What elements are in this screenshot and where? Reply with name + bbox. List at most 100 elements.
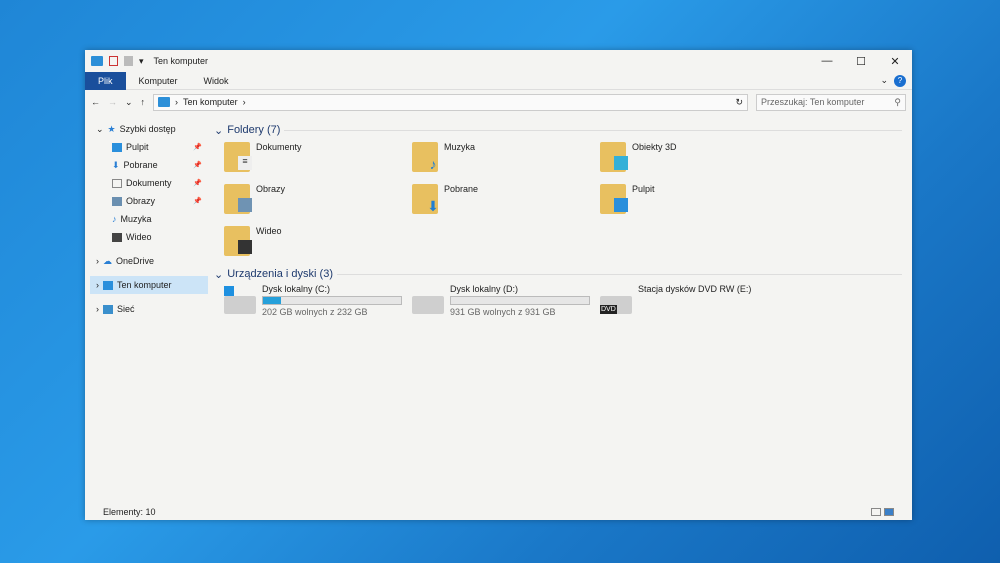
star-icon: ★: [107, 123, 116, 134]
minimize-button[interactable]: —: [810, 55, 844, 68]
devices-group-header[interactable]: ⌄ Urządzenia i dyski (3): [210, 266, 912, 282]
folders-grid: ≡ Dokumenty ♪ Muzyka Obiekty 3D Obrazy ⬇ Po…: [210, 138, 912, 264]
folder-obrazy[interactable]: Obrazy: [224, 180, 412, 222]
videos-folder-icon: [224, 226, 252, 256]
folder-label: Wideo: [256, 226, 282, 236]
expand-ribbon-icon[interactable]: ⌄: [880, 75, 888, 86]
address-row: ← → ⌄ ↑ › Ten komputer › ↻ Przeszukaj: T…: [85, 90, 912, 114]
pin-icon: 📌: [193, 198, 202, 205]
properties-quick-icon[interactable]: [109, 56, 118, 66]
nav-label: OneDrive: [116, 256, 155, 266]
drive-name: Dysk lokalny (D:): [450, 284, 519, 294]
recent-locations-button[interactable]: ⌄: [125, 97, 133, 108]
back-button[interactable]: ←: [91, 97, 100, 107]
ribbon-tabs: Plik Komputer Widok ⌄ ?: [85, 71, 912, 90]
maximize-button[interactable]: ☐: [844, 55, 878, 68]
group-title: Urządzenia i dyski (3): [227, 268, 333, 280]
content-pane: ⌄ Foldery (7) ≡ Dokumenty ♪ Muzyka Obiekty …: [210, 122, 912, 502]
breadcrumb-separator[interactable]: ›: [243, 97, 246, 107]
nav-label: Pobrane: [123, 160, 158, 170]
new-folder-quick-icon[interactable]: [124, 56, 133, 66]
nav-item-pobrane[interactable]: ⬇ Pobrane 📌: [90, 156, 208, 174]
address-bar[interactable]: › Ten komputer › ↻: [153, 93, 748, 111]
breadcrumb-ten-komputer[interactable]: Ten komputer: [183, 97, 238, 107]
download-icon: ⬇: [112, 159, 120, 170]
folder-label: Pobrane: [444, 184, 479, 194]
nav-quick-access[interactable]: ⌄ ★ Szybki dostęp: [90, 120, 208, 138]
search-input[interactable]: Przeszukaj: Ten komputer ⚲: [756, 93, 906, 111]
folder-pobrane[interactable]: ⬇ Pobrane: [412, 180, 600, 222]
nav-item-muzyka[interactable]: ♪ Muzyka: [90, 210, 208, 228]
help-icon[interactable]: ?: [894, 74, 906, 87]
nav-label: Muzyka: [120, 214, 152, 224]
search-icon: ⚲: [894, 96, 901, 107]
folder-wideo[interactable]: Wideo: [224, 222, 412, 264]
pin-icon: 📌: [193, 162, 202, 169]
nav-label: Szybki dostęp: [119, 124, 176, 134]
breadcrumb-separator: ›: [175, 97, 179, 107]
3d-objects-folder-icon: [600, 142, 628, 172]
tab-widok[interactable]: Widok: [191, 72, 242, 90]
tab-plik[interactable]: Plik: [85, 71, 126, 90]
details-view-button[interactable]: [871, 508, 881, 516]
drive-usage-bar: [450, 296, 590, 305]
chevron-down-icon[interactable]: ⌄: [96, 124, 104, 135]
music-icon: ♪: [112, 214, 117, 224]
nav-ten-komputer[interactable]: › Ten komputer: [90, 276, 208, 294]
dvd-badge: DVD: [600, 305, 617, 314]
documents-folder-icon: ≡: [224, 142, 252, 172]
tab-komputer[interactable]: Komputer: [126, 72, 191, 90]
drive-usage-bar: [262, 296, 402, 305]
folder-muzyka[interactable]: ♪ Muzyka: [412, 138, 600, 180]
drive-e-dvd[interactable]: DVD Stacja dysków DVD RW (E:): [600, 282, 788, 324]
music-folder-icon: ♪: [412, 142, 438, 172]
nav-siec[interactable]: › Sieć: [90, 300, 208, 318]
computer-icon: [91, 56, 103, 66]
forward-button[interactable]: →: [108, 97, 117, 107]
windows-drive-icon: [224, 286, 256, 314]
cloud-icon: ☁: [103, 255, 112, 266]
title-bar: ▾ Ten komputer — ☐ ✕: [85, 50, 912, 72]
chevron-down-icon: ⌄: [214, 268, 224, 281]
video-icon: [112, 232, 122, 242]
pictures-icon: [112, 196, 122, 206]
nav-label: Ten komputer: [117, 280, 172, 290]
nav-label: Dokumenty: [126, 178, 172, 188]
group-title: Foldery (7): [227, 124, 281, 136]
chevron-right-icon[interactable]: ›: [96, 256, 99, 266]
drive-name: Dysk lokalny (C:): [262, 284, 331, 294]
folder-label: Muzyka: [444, 142, 476, 152]
nav-item-obrazy[interactable]: Obrazy 📌: [90, 192, 208, 210]
computer-icon: [158, 97, 171, 107]
drive-free-space: 931 GB wolnych z 931 GB: [450, 307, 556, 317]
window-title: Ten komputer: [153, 56, 209, 66]
large-icons-view-button[interactable]: [884, 508, 894, 516]
search-placeholder: Przeszukaj: Ten komputer: [761, 97, 865, 107]
nav-label: Pulpit: [126, 142, 149, 152]
quick-access-dropdown-icon[interactable]: ▾: [139, 56, 144, 67]
refresh-button[interactable]: ↻: [735, 97, 743, 108]
chevron-right-icon[interactable]: ›: [96, 280, 99, 290]
drive-d[interactable]: Dysk lokalny (D:) 931 GB wolnych z 931 GB: [412, 282, 600, 324]
nav-item-pulpit[interactable]: Pulpit 📌: [90, 138, 208, 156]
up-button[interactable]: ↑: [141, 97, 146, 107]
folder-obiekty-3d[interactable]: Obiekty 3D: [600, 138, 788, 180]
nav-label: Obrazy: [126, 196, 156, 206]
chevron-right-icon[interactable]: ›: [96, 304, 99, 314]
document-icon: [112, 178, 122, 188]
folder-pulpit[interactable]: Pulpit: [600, 180, 788, 222]
nav-item-dokumenty[interactable]: Dokumenty 📌: [90, 174, 208, 192]
downloads-folder-icon: ⬇: [412, 184, 439, 214]
nav-onedrive[interactable]: › ☁ OneDrive: [90, 252, 208, 270]
pin-icon: 📌: [193, 144, 202, 151]
nav-item-wideo[interactable]: Wideo: [90, 228, 208, 246]
computer-icon: [103, 280, 113, 290]
folders-group-header[interactable]: ⌄ Foldery (7): [210, 122, 912, 138]
pictures-folder-icon: [224, 184, 252, 214]
folder-dokumenty[interactable]: ≡ Dokumenty: [224, 138, 412, 180]
close-button[interactable]: ✕: [878, 55, 912, 68]
drive-c[interactable]: Dysk lokalny (C:) 202 GB wolnych z 232 GB: [224, 282, 412, 324]
drive-name: Stacja dysków DVD RW (E:): [638, 284, 752, 294]
chevron-down-icon: ⌄: [214, 124, 224, 137]
status-bar: Elementy: 10: [85, 504, 912, 520]
